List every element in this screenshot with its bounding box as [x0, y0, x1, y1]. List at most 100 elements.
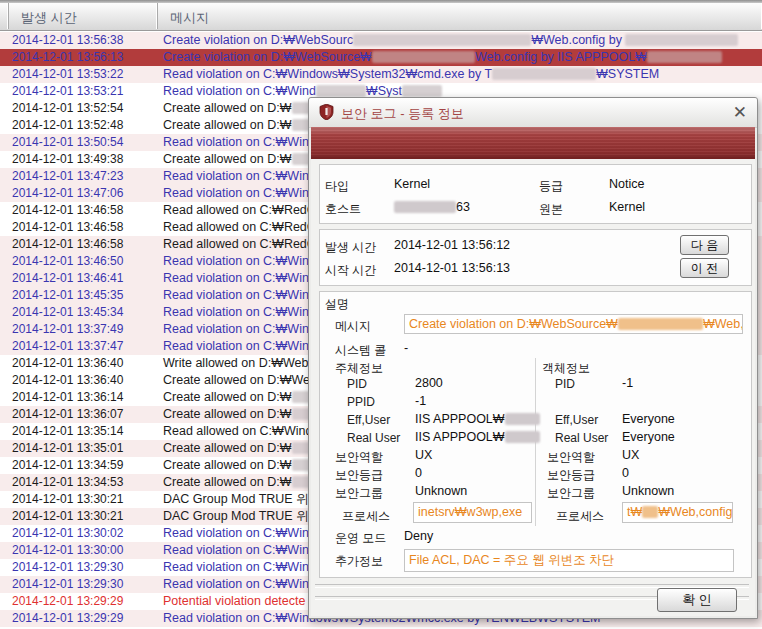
table-row[interactable]: 2014-12-01 13:56:38 Create violation on D… [0, 32, 762, 49]
row-message: Create allowed on D:₩ [163, 117, 326, 134]
row-message: Read violation on C:₩Windo [163, 253, 323, 270]
row-message: Read violation on C:₩Windo [163, 525, 323, 542]
ok-button[interactable]: 확 인 [657, 588, 737, 612]
redacted-blur [492, 68, 596, 80]
source-label: 원본 [539, 201, 563, 218]
extra-info-label: 추가정보 [335, 553, 383, 570]
type-label: 타입 [325, 178, 349, 195]
row-message: Read allowed on C:₩RedC [163, 202, 316, 219]
row-message: Read violation on C:₩Windo [163, 321, 323, 338]
redacted-blur [316, 85, 366, 97]
redacted-blur [618, 318, 703, 330]
row-time: 2014-12-01 13:56:38 [12, 32, 123, 49]
message-input[interactable]: Create violation on D:₩WebSource₩₩Web, [404, 314, 743, 334]
row-message: Create allowed on D:₩ [163, 474, 318, 491]
row-message: DAC Group Mod TRUE 위험 [163, 491, 321, 508]
object-info-title: 객체정보 [542, 360, 590, 377]
prev-button[interactable]: 이 전 [680, 258, 729, 278]
extra-info-input[interactable]: File ACL, DAC = 주요 웹 위변조 차단 [404, 549, 734, 572]
header-message-column[interactable]: 메시지 [158, 3, 762, 29]
redacted-blur [402, 85, 442, 97]
dialog-title: 보안 로그 - 등록 정보 [341, 105, 464, 123]
field-label: 보안등급 [547, 467, 595, 484]
field-value: UX [415, 448, 432, 462]
close-icon[interactable]: ✕ [733, 102, 747, 123]
field-value: -1 [415, 394, 426, 408]
row-message: Create allowed on D:₩ [163, 406, 322, 423]
mode-value: Deny [404, 529, 433, 543]
field-label: PPID [347, 395, 375, 409]
row-time: 2014-12-01 13:56:13 [12, 49, 123, 66]
field-value: IIS APPPOOL₩ [415, 430, 540, 444]
row-message: Create violation on D:₩WebSource₩Web.con… [163, 49, 722, 66]
host-value: 63 [394, 200, 470, 214]
row-time: 2014-12-01 13:46:41 [12, 270, 123, 287]
row-time: 2014-12-01 13:46:58 [12, 202, 123, 219]
grade-value: Notice [609, 177, 644, 191]
header-time-column[interactable]: 발생 시간 [9, 3, 158, 29]
start-time-value: 2014-12-01 13:56:13 [394, 261, 510, 275]
row-message: Read violation on C:₩Windo [163, 287, 323, 304]
header-time-label: 발생 시간 [21, 9, 77, 27]
grade-label: 등급 [539, 178, 563, 195]
field-value: 0 [622, 466, 629, 480]
row-time: 2014-12-01 13:36:07 [12, 406, 123, 423]
object-process-input[interactable]: t₩₩Web,config [622, 502, 733, 523]
field-label: Real User [347, 431, 400, 445]
field-value: UX [622, 448, 639, 462]
info-groupbox: 타입 Kernel 등급 Notice 호스트 63 원본 Kernel [319, 164, 752, 224]
field-label: 보안역할 [547, 449, 595, 466]
redacted-blur [372, 51, 475, 63]
row-message: Write allowed on D:₩Web [163, 355, 308, 372]
subject-info-title: 주체정보 [335, 360, 383, 377]
row-time: 2014-12-01 13:29:30 [12, 576, 123, 593]
table-row[interactable]: 2014-12-01 13:56:13 Create violation on D… [0, 49, 762, 66]
row-message: Create allowed on D:₩We [163, 372, 310, 389]
field-label: Eff,User [347, 413, 390, 427]
row-time: 2014-12-01 13:36:40 [12, 372, 123, 389]
row-time: 2014-12-01 13:53:22 [12, 66, 123, 83]
row-message: DAC Group Mod TRUE 위험 [163, 508, 321, 525]
row-time: 2014-12-01 13:29:29 [12, 593, 123, 610]
row-message: Read violation on C:₩Windo [163, 542, 323, 559]
dialog-titlebar[interactable]: 보안 로그 - 등록 정보 ✕ [309, 98, 757, 128]
row-message: Create violation on D:₩WebSourc₩Web.conf… [163, 32, 738, 49]
field-label: PID [347, 377, 367, 391]
field-value: 0 [415, 466, 422, 480]
syscall-value: - [404, 341, 408, 355]
occur-time-value: 2014-12-01 13:56:12 [394, 238, 510, 252]
row-time: 2014-12-01 13:30:21 [12, 508, 123, 525]
object-process-label: 프로세스 [556, 508, 604, 525]
field-value: 2800 [415, 376, 443, 390]
row-time: 2014-12-01 13:36:40 [12, 355, 123, 372]
header-selector-column[interactable] [0, 3, 9, 29]
table-row[interactable]: 2014-12-01 13:53:22Read violation on C:₩… [0, 66, 762, 83]
row-time: 2014-12-01 13:52:54 [12, 100, 123, 117]
dialog-security-log-properties: 보안 로그 - 등록 정보 ✕ 타입 Kernel 등급 Notice 호스트 … [308, 97, 758, 619]
row-time: 2014-12-01 13:34:59 [12, 457, 123, 474]
next-button[interactable]: 다 음 [680, 235, 729, 255]
field-label: 보안등급 [335, 467, 383, 484]
row-message: Create allowed on D:₩ [163, 151, 326, 168]
row-time: 2014-12-01 13:45:35 [12, 287, 123, 304]
row-time: 2014-12-01 13:34:53 [12, 474, 123, 491]
subject-process-input[interactable]: inetsrv₩w3wp,exe [413, 502, 532, 523]
row-time: 2014-12-01 13:47:23 [12, 168, 123, 185]
header-message-label: 메시지 [170, 9, 209, 27]
field-value: Everyone [622, 430, 675, 444]
field-label: 보안그룹 [335, 485, 383, 502]
start-time-label: 시작 시간 [325, 262, 376, 279]
row-message: Read violation on C:₩Windo [163, 270, 323, 287]
row-message: Read violation on C:₩Windo [163, 559, 323, 576]
redacted-blur [625, 34, 738, 46]
row-message: Read allowed on C:₩RedC [163, 219, 316, 236]
row-message: Potential violation detecte [163, 593, 305, 610]
row-time: 2014-12-01 13:45:34 [12, 304, 123, 321]
row-message: Read allowed on C:₩Wind [163, 423, 312, 440]
mode-label: 운영 모드 [335, 530, 386, 547]
table-header: 발생 시간 메시지 [0, 3, 762, 31]
row-time: 2014-12-01 13:46:50 [12, 253, 123, 270]
syscall-label: 시스템 콜 [335, 342, 386, 359]
row-time: 2014-12-01 13:30:02 [12, 525, 123, 542]
subject-process-label: 프로세스 [342, 508, 390, 525]
